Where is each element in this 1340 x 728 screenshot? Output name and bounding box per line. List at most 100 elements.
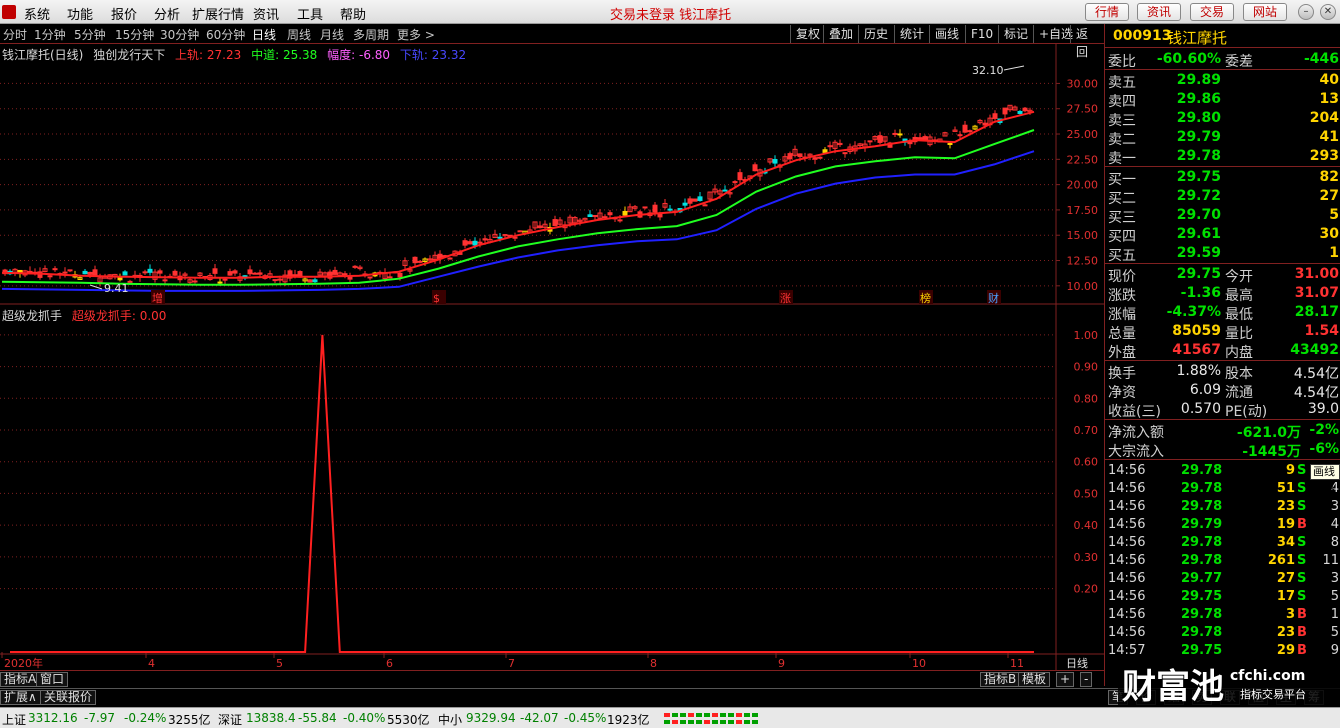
- index-sh-name[interactable]: 上证: [2, 711, 26, 728]
- candle-body: [682, 202, 688, 206]
- period-toolbar: 分时 1分钟 5分钟 15分钟 30分钟 60分钟 日线 周线 月线 多周期 更…: [0, 24, 1104, 59]
- bid-row[interactable]: 买三 29.70 5: [1105, 206, 1340, 226]
- period-1min[interactable]: 1分钟: [34, 26, 66, 43]
- quick-button-quote[interactable]: 行情: [1085, 3, 1129, 21]
- price-tick-label: 22.50: [1067, 153, 1099, 166]
- ask-label: 卖五: [1108, 75, 1136, 91]
- minimize-icon[interactable]: –: [1298, 4, 1314, 20]
- button-stats[interactable]: 统计: [894, 25, 929, 43]
- tick-count: 3: [1330, 571, 1339, 586]
- tick-volume: 27: [1276, 571, 1295, 586]
- tick-row: 14:56 29.78 23 B 5: [1105, 624, 1340, 642]
- stat-label: 现价: [1108, 269, 1136, 285]
- period-weekly[interactable]: 周线: [287, 26, 311, 43]
- tab-indicator-b[interactable]: 指标B: [980, 672, 1021, 687]
- button-history[interactable]: 历史: [858, 25, 893, 43]
- kline-chart[interactable]: 10.00 12.50 15.00 17.50 20.00 22.50 25.00 27.50…: [0, 44, 1104, 670]
- bid-price: 29.72: [1176, 188, 1221, 204]
- menu-ext-market[interactable]: 扩展行情: [192, 4, 244, 23]
- stat-value: 29.75: [1176, 266, 1221, 282]
- bid-row[interactable]: 买二 29.72 27: [1105, 187, 1340, 207]
- bid-price: 29.75: [1176, 169, 1221, 185]
- zoom-out-button[interactable]: -: [1080, 672, 1093, 687]
- stat-label: 涨幅: [1108, 307, 1136, 323]
- tick-time: 14:56: [1108, 535, 1146, 550]
- stat-value: 41567: [1172, 342, 1221, 358]
- quick-button-news[interactable]: 资讯: [1137, 3, 1181, 21]
- candle-body: [462, 240, 468, 246]
- candle-body: [617, 219, 623, 222]
- menu-tools[interactable]: 工具: [297, 4, 323, 23]
- button-draw[interactable]: 画线: [929, 25, 964, 43]
- period-30min[interactable]: 30分钟: [160, 26, 199, 43]
- tick-volume: 29: [1276, 643, 1295, 658]
- period-daily[interactable]: 日线: [252, 26, 276, 43]
- menu-help[interactable]: 帮助: [340, 4, 366, 23]
- tab-window[interactable]: 窗口: [36, 672, 69, 687]
- bid-row[interactable]: 买四 29.61 30: [1105, 225, 1340, 245]
- menu-system[interactable]: 系统: [24, 4, 50, 23]
- period-60min[interactable]: 60分钟: [206, 26, 245, 43]
- watermark-domain: cfchi.com: [1230, 668, 1305, 684]
- tick-time: 14:56: [1108, 607, 1146, 622]
- tick-volume: 3: [1285, 607, 1295, 622]
- tab-related-quotes[interactable]: 关联报价: [40, 690, 97, 705]
- tick-price: 29.78: [1181, 625, 1223, 640]
- bid-row[interactable]: 买一 29.75 82: [1105, 168, 1340, 188]
- menu-function[interactable]: 功能: [67, 4, 93, 23]
- tick-row: 14:56 29.78 51 S 4: [1105, 480, 1340, 498]
- ask-label: 卖三: [1108, 113, 1136, 129]
- period-minute-chart[interactable]: 分时: [3, 26, 27, 43]
- index-sz-name[interactable]: 深证: [218, 711, 242, 728]
- button-back[interactable]: 返回: [1070, 25, 1104, 59]
- button-adjust[interactable]: 复权: [790, 25, 825, 43]
- tick-time: 14:56: [1108, 463, 1146, 478]
- bid-row[interactable]: 买五 29.59 1: [1105, 244, 1340, 264]
- stat-value: 85059: [1172, 323, 1221, 339]
- period-more[interactable]: 更多 >: [397, 26, 435, 43]
- tick-price: 29.78: [1181, 553, 1223, 568]
- tab-template[interactable]: 模板: [1018, 672, 1051, 687]
- tab-indicator-a[interactable]: 指标A: [0, 672, 41, 687]
- price-tick-label: 27.50: [1067, 103, 1099, 116]
- candle-body: [992, 113, 998, 119]
- zoom-in-button[interactable]: +: [1056, 672, 1075, 687]
- ask-price: 29.79: [1176, 129, 1221, 145]
- weicha-label: 委差: [1225, 54, 1253, 70]
- ask-row[interactable]: 卖一 29.78 293: [1105, 147, 1340, 167]
- index-zx-name[interactable]: 中小: [438, 711, 462, 728]
- tab-expand[interactable]: 扩展∧: [0, 690, 41, 705]
- close-icon[interactable]: ✕: [1320, 4, 1336, 20]
- button-mark[interactable]: 标记: [998, 25, 1033, 43]
- ask-row[interactable]: 卖二 29.79 41: [1105, 128, 1340, 148]
- period-15min[interactable]: 15分钟: [115, 26, 154, 43]
- button-f10[interactable]: F10: [965, 25, 998, 43]
- tick-count: 8: [1330, 535, 1339, 550]
- ask-row[interactable]: 卖五 29.89 40: [1105, 71, 1340, 91]
- quick-button-website[interactable]: 网站: [1243, 3, 1287, 21]
- menu-quote[interactable]: 报价: [111, 4, 137, 23]
- menu-news[interactable]: 资讯: [253, 4, 279, 23]
- tick-price: 29.78: [1181, 535, 1223, 550]
- period-5min[interactable]: 5分钟: [74, 26, 106, 43]
- fundamental-value-2: 39.0: [1307, 401, 1339, 417]
- stat-label-2: 最低: [1225, 307, 1253, 323]
- quick-button-trade[interactable]: 交易: [1190, 3, 1234, 21]
- ask-row[interactable]: 卖三 29.80 204: [1105, 109, 1340, 129]
- stat-value-2: 31.00: [1294, 266, 1339, 282]
- candle-body: [292, 274, 298, 277]
- stat-row: 涨幅 -4.37% 最低 28.17: [1105, 303, 1340, 323]
- window-title: 交易未登录 钱江摩托: [610, 8, 732, 23]
- bid-volume: 30: [1319, 226, 1339, 242]
- tick-row: 14:56 29.78 34 S 8: [1105, 534, 1340, 552]
- period-multi[interactable]: 多周期: [353, 26, 389, 43]
- period-monthly[interactable]: 月线: [320, 26, 344, 43]
- bid-volume: 5: [1329, 207, 1339, 223]
- button-overlay[interactable]: 叠加: [823, 25, 858, 43]
- candle-body: [412, 256, 418, 264]
- menu-analysis[interactable]: 分析: [154, 4, 180, 23]
- candle-body: [772, 159, 778, 164]
- ask-volume: 204: [1309, 110, 1339, 126]
- ask-row[interactable]: 卖四 29.86 13: [1105, 90, 1340, 110]
- candle-body: [812, 157, 818, 160]
